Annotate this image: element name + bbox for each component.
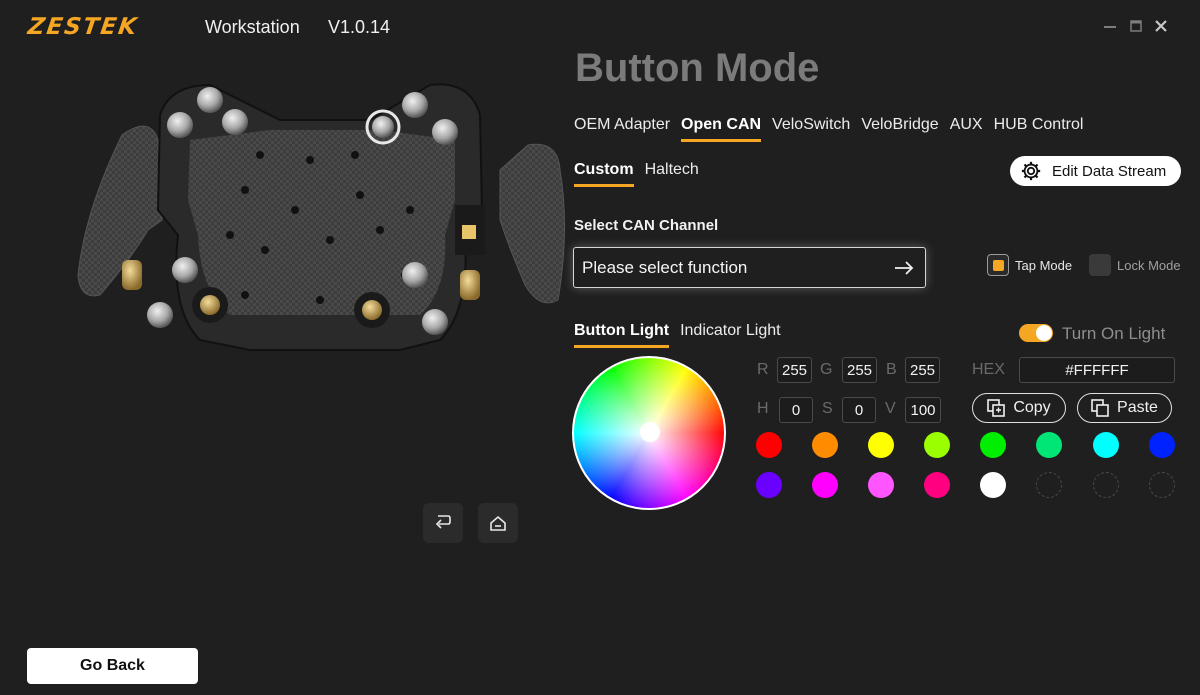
tab-oem-adapter[interactable]: OEM Adapter: [574, 116, 670, 142]
r-input[interactable]: 255: [777, 357, 812, 383]
app-title: Workstation: [205, 17, 300, 37]
app-logo: ZESTEK: [26, 14, 141, 40]
page-title: Button Mode: [575, 46, 820, 90]
light-tabs: Button Light Indicator Light: [574, 322, 792, 348]
tab-haltech[interactable]: Haltech: [645, 161, 699, 187]
color-swatch[interactable]: [1036, 432, 1062, 458]
s-label: S: [822, 400, 833, 417]
maximize-button[interactable]: [1125, 15, 1147, 37]
sub-tabs: Custom Haltech: [574, 161, 710, 187]
tab-open-can[interactable]: Open CAN: [681, 116, 762, 142]
home-icon: [490, 515, 506, 531]
maximize-icon: [1130, 20, 1142, 32]
color-wheel-handle[interactable]: [640, 422, 660, 442]
close-button[interactable]: [1150, 15, 1172, 37]
tab-velobridge[interactable]: VeloBridge: [861, 116, 938, 142]
color-swatch[interactable]: [1149, 432, 1175, 458]
tap-mode-label: Tap Mode: [1015, 257, 1073, 273]
lock-mode-label: Lock Mode: [1117, 257, 1181, 273]
close-icon: [1155, 20, 1167, 32]
tab-hub-control[interactable]: HUB Control: [994, 116, 1084, 142]
lock-mode-option[interactable]: Lock Mode: [1089, 254, 1181, 276]
steering-wheel-image: [70, 60, 580, 380]
color-swatch[interactable]: [812, 472, 838, 498]
undo-button[interactable]: [423, 503, 463, 543]
b-input[interactable]: 255: [905, 357, 940, 383]
color-swatch[interactable]: [812, 432, 838, 458]
settings-gear-icon: [1021, 161, 1041, 181]
tap-mode-checkbox[interactable]: [987, 254, 1009, 276]
tab-indicator-light[interactable]: Indicator Light: [680, 322, 781, 348]
g-label: G: [820, 361, 833, 378]
turn-on-light-label: Turn On Light: [1062, 324, 1166, 343]
color-swatch[interactable]: [980, 432, 1006, 458]
minimize-button[interactable]: [1099, 15, 1121, 37]
color-swatch[interactable]: [756, 432, 782, 458]
empty-swatch-slot[interactable]: [1149, 472, 1175, 498]
tab-custom[interactable]: Custom: [574, 161, 634, 187]
copy-icon: [987, 399, 1006, 417]
copy-label: Copy: [1013, 399, 1051, 416]
tab-aux[interactable]: AUX: [950, 116, 983, 142]
edit-data-stream-label: Edit Data Stream: [1052, 162, 1167, 180]
lock-mode-checkbox[interactable]: [1089, 254, 1111, 276]
paste-icon: [1091, 399, 1109, 417]
g-input[interactable]: 255: [842, 357, 877, 383]
v-input[interactable]: 100: [905, 397, 941, 423]
device-tabs: OEM Adapter Open CAN VeloSwitch VeloBrid…: [574, 116, 1094, 142]
color-swatch[interactable]: [756, 472, 782, 498]
r-label: R: [757, 361, 769, 378]
can-channel-placeholder: Please select function: [582, 257, 748, 277]
v-label: V: [885, 400, 896, 417]
tap-mode-option[interactable]: Tap Mode: [987, 254, 1072, 276]
go-back-button[interactable]: Go Back: [27, 648, 198, 684]
can-channel-select[interactable]: Please select function: [573, 247, 926, 288]
copy-button[interactable]: Copy: [972, 393, 1066, 423]
empty-swatch-slot[interactable]: [1036, 472, 1062, 498]
hex-input[interactable]: #FFFFFF: [1019, 357, 1175, 383]
empty-swatch-slot[interactable]: [1093, 472, 1119, 498]
undo-icon: [435, 515, 451, 529]
s-input[interactable]: 0: [842, 397, 876, 423]
home-button[interactable]: [478, 503, 518, 543]
color-swatch[interactable]: [1093, 432, 1119, 458]
color-swatch[interactable]: [924, 432, 950, 458]
app-version: V1.0.14: [328, 17, 391, 37]
color-swatch[interactable]: [868, 472, 894, 498]
paste-button[interactable]: Paste: [1077, 393, 1172, 423]
h-label: H: [757, 400, 769, 417]
paste-label: Paste: [1117, 399, 1158, 416]
color-swatch[interactable]: [924, 472, 950, 498]
hex-label: HEX: [972, 361, 1005, 378]
edit-data-stream-button[interactable]: Edit Data Stream: [1010, 156, 1181, 186]
color-swatch[interactable]: [868, 432, 894, 458]
can-channel-label: Select CAN Channel: [574, 217, 719, 234]
minimize-icon: [1104, 26, 1116, 28]
b-label: B: [886, 361, 897, 378]
tab-veloswitch[interactable]: VeloSwitch: [772, 116, 850, 142]
color-swatch[interactable]: [980, 472, 1006, 498]
arrow-right-icon: [895, 260, 914, 275]
tab-button-light[interactable]: Button Light: [574, 322, 670, 348]
h-input[interactable]: 0: [779, 397, 813, 423]
turn-on-light-toggle[interactable]: [1019, 324, 1053, 342]
